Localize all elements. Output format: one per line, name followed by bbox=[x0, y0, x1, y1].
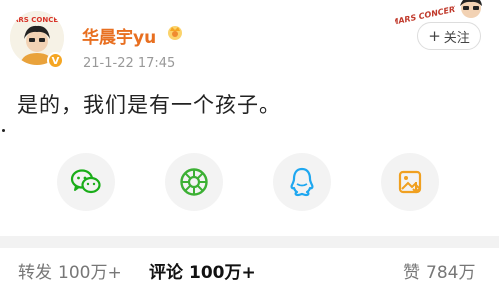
tab-like[interactable]: 赞 784万 bbox=[403, 258, 475, 283]
share-save-image-button[interactable] bbox=[381, 153, 439, 211]
tab-like-count: 784万 bbox=[426, 263, 476, 283]
avatar-logo-text: MARS CONCERT bbox=[10, 16, 64, 24]
section-divider bbox=[0, 236, 499, 248]
tab-comment[interactable]: 评论 100万+ bbox=[149, 258, 256, 283]
image-save-icon bbox=[398, 170, 422, 194]
share-moments-button[interactable] bbox=[165, 153, 223, 211]
tab-like-label: 赞 bbox=[403, 263, 420, 283]
share-wechat-button[interactable] bbox=[57, 153, 115, 211]
share-qq-button[interactable] bbox=[273, 153, 331, 211]
follow-button-label: 关注 bbox=[443, 30, 470, 46]
post-timestamp: 21-1-22 17:45 bbox=[83, 56, 176, 71]
tab-comment-label: 评论 bbox=[149, 263, 183, 283]
moments-icon bbox=[180, 168, 208, 196]
plus-icon: + bbox=[428, 27, 441, 45]
author-name[interactable]: 华晨宇yu bbox=[82, 23, 156, 48]
stray-dot bbox=[2, 129, 5, 132]
tab-repost[interactable]: 转发 100万+ bbox=[18, 258, 122, 283]
svg-text:V: V bbox=[52, 56, 60, 67]
verified-badge-icon: V bbox=[47, 52, 64, 69]
tab-comment-count: 100万+ bbox=[189, 263, 256, 283]
post-text: 是的，我们是有一个孩子。 bbox=[17, 93, 281, 117]
interaction-tabs: 转发 100万+ 评论 100万+ 赞 784万 bbox=[0, 258, 499, 283]
corner-avatar bbox=[455, 0, 487, 24]
tab-repost-label: 转发 bbox=[18, 263, 52, 283]
crown-badge-icon bbox=[166, 23, 184, 41]
qq-icon bbox=[290, 167, 314, 197]
follow-button[interactable]: + 关注 bbox=[417, 22, 481, 50]
tab-repost-count: 100万+ bbox=[58, 263, 122, 283]
wechat-icon bbox=[70, 169, 101, 194]
